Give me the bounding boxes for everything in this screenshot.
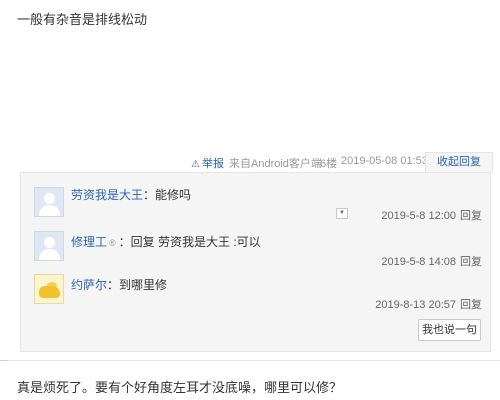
post-meta-bar: ⚠ 举报 来自Android客户端 6楼 2019-05-08 01:53 收起回…	[0, 152, 500, 173]
divider	[0, 360, 8, 361]
reply-line: 修理工 ® ：回复 劳资我是大王 :可以	[71, 233, 261, 250]
reply-button[interactable]: 回复	[460, 256, 482, 268]
reply-username[interactable]: 约萨尔	[71, 278, 107, 292]
post-time: 2019-05-08 01:53	[341, 155, 428, 167]
post-source: 来自Android客户端	[229, 158, 322, 170]
reply-line: 约萨尔：到哪里修	[71, 276, 167, 293]
reply-footer: 2019-5-8 12:00 回复	[381, 207, 482, 223]
floor-number: 6楼	[320, 158, 338, 170]
divider	[0, 360, 500, 361]
reply-text: ：到哪里修	[107, 278, 168, 292]
avatar[interactable]	[34, 231, 64, 261]
reply-time: 2019-8-13 20:57	[375, 299, 456, 311]
reply-time: 2019-5-8 12:00	[381, 210, 456, 222]
chevron-down-icon[interactable]: ▼	[336, 208, 348, 219]
reply-footer: 2019-8-13 20:57 回复	[375, 296, 482, 312]
reply-button[interactable]: 回复	[460, 299, 482, 311]
avatar[interactable]	[34, 187, 64, 217]
reply-username[interactable]: 修理工	[71, 235, 107, 249]
avatar[interactable]	[34, 274, 64, 304]
reply-line: 劳资我是大王：能修吗	[71, 186, 191, 203]
report-label: 举报	[201, 158, 224, 170]
add-comment-button[interactable]: 我也说一句	[418, 319, 481, 341]
report-link[interactable]: ⚠ 举报	[191, 155, 224, 171]
warning-triangle-icon: ⚠	[191, 159, 200, 170]
reply-username[interactable]: 劳资我是大王	[71, 188, 143, 202]
reply-list: 劳资我是大王：能修吗 ▼ 2019-5-8 12:00 回复 修理工 ® ：回复 劳资…	[20, 172, 491, 352]
post-content: 一般有杂音是排线松动	[17, 12, 148, 27]
next-post-content: 真是烦死了。要有个好角度左耳才没底噪，哪里可以修？	[17, 380, 343, 395]
reply-button[interactable]: 回复	[460, 210, 482, 222]
collapse-replies-button[interactable]: 收起回复	[425, 152, 493, 173]
reply-time: 2019-5-8 14:08	[381, 256, 456, 268]
reply-text: ：能修吗	[143, 188, 192, 202]
reply-text: ：回复 劳资我是大王 :可以	[118, 235, 261, 249]
user-badge-icon: ®	[109, 238, 116, 248]
reply-footer: 2019-5-8 14:08 回复	[381, 253, 482, 269]
